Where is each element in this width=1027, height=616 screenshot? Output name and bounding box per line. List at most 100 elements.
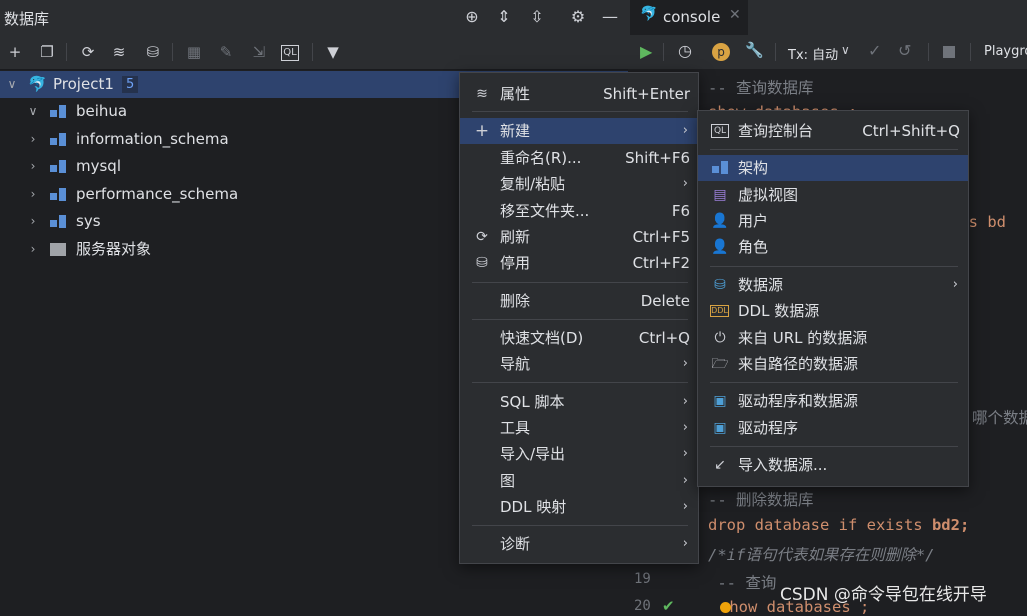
chevron-right-icon: › xyxy=(682,356,688,371)
menu-item-navigate[interactable]: 导航 › xyxy=(460,351,698,377)
new-submenu: QL 查询控制台 Ctrl+Shift+Q 架构 ▤ 虚拟视图 👤 用户 👤 角… xyxy=(697,110,969,487)
stop-icon[interactable] xyxy=(943,46,955,58)
tab-console[interactable]: 🐬 console ✕ xyxy=(630,0,748,37)
chevron-right-icon: › xyxy=(682,499,688,514)
menu-item-shortcut: Ctrl+Q xyxy=(638,329,690,347)
menu-item-import-export[interactable]: 导入/导出 › xyxy=(460,441,698,467)
menu-item-label: 工具 xyxy=(500,419,531,437)
chevron-down-icon[interactable]: ∨ xyxy=(841,43,850,57)
schema-name: sys xyxy=(76,212,101,230)
chevron-right-icon[interactable]: › xyxy=(27,126,39,153)
code-line: /*if语句代表如果存在则删除*/ xyxy=(708,546,935,564)
toolbar-divider xyxy=(312,43,313,61)
submenu-item-import-data-sources[interactable]: ↙ 导入数据源... xyxy=(698,452,968,478)
menu-item-ddl-mapping[interactable]: DDL 映射 › xyxy=(460,494,698,520)
menu-item-label: 快速文档(D) xyxy=(500,329,584,347)
line-number: 20 xyxy=(634,598,651,614)
chevron-right-icon[interactable]: › xyxy=(27,153,39,180)
chevron-right-icon[interactable]: › xyxy=(27,181,39,208)
close-icon[interactable]: ✕ xyxy=(729,7,741,23)
menu-item-label: 角色 xyxy=(738,238,769,256)
submenu-item-url-data-source[interactable]: ⏻ 来自 URL 的数据源 xyxy=(698,325,968,351)
menu-item-delete[interactable]: 删除 Delete xyxy=(460,288,698,314)
menu-item-move-to-folder[interactable]: 移至文件夹... F6 xyxy=(460,198,698,224)
disconnect-icon[interactable]: ⛁ xyxy=(142,41,164,63)
submenu-item-ddl-data-source[interactable]: DDL DDL 数据源 xyxy=(698,298,968,324)
menu-item-shortcut: Ctrl+Shift+Q xyxy=(862,122,960,140)
wrench-icon[interactable]: 🔧 xyxy=(745,41,764,59)
commit-icon[interactable]: ✓ xyxy=(868,41,881,60)
properties-icon[interactable]: ≋ xyxy=(108,41,130,63)
profile-icon[interactable]: p xyxy=(712,43,730,61)
chevron-down-icon[interactable]: ∨ xyxy=(6,71,18,98)
disconnect-icon: ⛁ xyxy=(476,255,488,271)
menu-item-label: 复制/粘贴 xyxy=(500,175,566,193)
menu-item-diagnostics[interactable]: 诊断 › xyxy=(460,531,698,557)
menu-item-label: 驱动程序和数据源 xyxy=(738,392,859,410)
menu-item-disconnect[interactable]: ⛁ 停用 Ctrl+F2 xyxy=(460,250,698,276)
crosshair-icon[interactable]: ⊕ xyxy=(461,6,483,28)
project-name: Project1 xyxy=(53,75,114,93)
copy-icon[interactable]: ❐ xyxy=(36,41,58,63)
menu-item-quick-doc[interactable]: 快速文档(D) Ctrl+Q xyxy=(460,325,698,351)
menu-item-new[interactable]: + 新建 › xyxy=(460,118,698,144)
menu-item-diagrams[interactable]: 图 › xyxy=(460,468,698,494)
menu-item-sql-scripts[interactable]: SQL 脚本 › xyxy=(460,389,698,415)
submenu-item-driver[interactable]: ▣ 驱动程序 xyxy=(698,415,968,441)
minimize-icon[interactable]: — xyxy=(599,6,621,28)
filter-icon[interactable]: ▼ xyxy=(322,41,344,63)
table-icon[interactable]: ▦ xyxy=(183,41,205,63)
menu-item-properties[interactable]: ≋ 属性 Shift+Enter xyxy=(460,81,698,107)
menu-item-label: 用户 xyxy=(738,212,769,230)
submenu-item-drivers-data-sources[interactable]: ▣ 驱动程序和数据源 xyxy=(698,388,968,414)
menu-item-label: 导入数据源... xyxy=(738,456,828,474)
menu-item-label: 新建 xyxy=(500,122,531,140)
toolbar-divider xyxy=(775,43,776,61)
menu-item-label: DDL 数据源 xyxy=(738,302,820,320)
chevron-right-icon: › xyxy=(682,123,688,138)
gear-icon[interactable]: ⚙ xyxy=(567,6,589,28)
refresh-icon[interactable]: ⟳ xyxy=(77,41,99,63)
chevron-right-icon: › xyxy=(682,420,688,435)
run-icon[interactable]: ▶ xyxy=(640,42,652,61)
collapse-all-icon[interactable]: ⇳ xyxy=(526,6,548,28)
submenu-item-virtual-view[interactable]: ▤ 虚拟视图 xyxy=(698,182,968,208)
schema-name: performance_schema xyxy=(76,185,239,203)
bulb-icon[interactable] xyxy=(720,602,731,613)
properties-icon: ≋ xyxy=(476,86,488,102)
check-icon: ✔ xyxy=(662,597,675,615)
add-icon[interactable]: + xyxy=(4,41,26,63)
watermark: CSDN @命令导包在线开导 xyxy=(780,585,987,605)
submenu-item-path-data-source[interactable]: 🗁 来自路径的数据源 xyxy=(698,351,968,377)
code-line: drop database if exists bd2; xyxy=(708,516,969,534)
expand-all-icon[interactable]: ⇕ xyxy=(493,6,515,28)
schema-icon xyxy=(712,161,728,174)
folder-icon xyxy=(50,243,66,256)
menu-item-label: 删除 xyxy=(500,292,531,310)
submenu-item-data-source[interactable]: ⛁ 数据源 › xyxy=(698,272,968,298)
jump-icon[interactable]: ⇲ xyxy=(248,41,270,63)
edit-icon[interactable]: ✎ xyxy=(215,41,237,63)
submenu-item-user[interactable]: 👤 用户 xyxy=(698,208,968,234)
submenu-item-schema[interactable]: 架构 xyxy=(698,155,968,181)
submenu-item-role[interactable]: 👤 角色 xyxy=(698,234,968,260)
menu-item-refresh[interactable]: ⟳ 刷新 Ctrl+F5 xyxy=(460,224,698,250)
query-console-icon[interactable]: QL xyxy=(281,45,299,61)
menu-item-shortcut: Ctrl+F2 xyxy=(632,254,690,272)
menu-item-label: 重命名(R)... xyxy=(500,149,582,167)
rollback-icon[interactable]: ↺ xyxy=(898,41,911,60)
chevron-right-icon: › xyxy=(682,536,688,551)
chevron-right-icon[interactable]: › xyxy=(27,208,39,235)
chevron-right-icon[interactable]: › xyxy=(27,236,39,263)
menu-divider xyxy=(472,382,688,383)
menu-item-rename[interactable]: 重命名(R)... Shift+F6 xyxy=(460,145,698,171)
menu-item-label: 刷新 xyxy=(500,228,531,246)
menu-item-tools[interactable]: 工具 › xyxy=(460,415,698,441)
code-line: -- 查询数据库 xyxy=(708,79,814,97)
tx-mode-select[interactable]: Tx: 自动 xyxy=(788,44,838,63)
playground-select[interactable]: Playgro xyxy=(984,44,1027,59)
history-icon[interactable]: ◷ xyxy=(678,41,692,60)
chevron-down-icon[interactable]: ∨ xyxy=(27,98,39,125)
menu-item-copy-paste[interactable]: 复制/粘贴 › xyxy=(460,171,698,197)
submenu-item-query-console[interactable]: QL 查询控制台 Ctrl+Shift+Q xyxy=(698,118,968,144)
